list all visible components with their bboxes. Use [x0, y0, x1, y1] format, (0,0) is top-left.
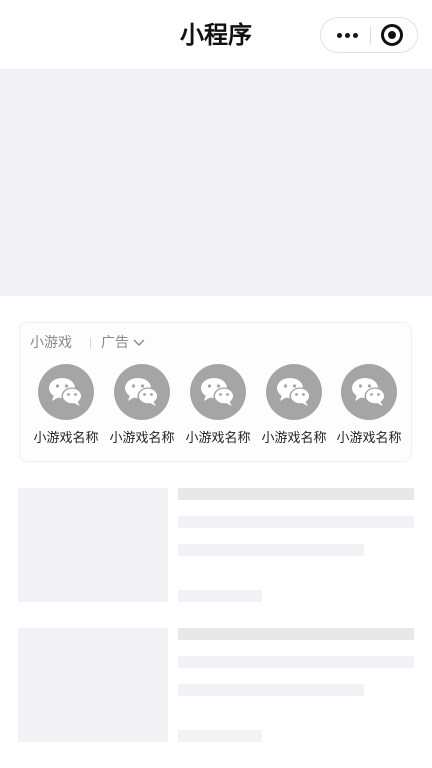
game-item[interactable]: 小游戏名称 — [104, 364, 180, 454]
wechat-icon — [38, 364, 94, 420]
game-item[interactable]: 小游戏名称 — [331, 364, 407, 454]
skeleton-meta-line — [178, 730, 262, 742]
wechat-icon — [341, 364, 397, 420]
wechat-icon — [266, 364, 322, 420]
game-name: 小游戏名称 — [336, 431, 402, 446]
more-dots-icon[interactable] — [327, 18, 371, 52]
skeleton-title-line — [178, 488, 414, 500]
game-name: 小游戏名称 — [109, 431, 175, 446]
target-close-icon[interactable] — [381, 24, 403, 46]
wechat-icon — [114, 364, 170, 420]
ad-label[interactable]: 广告 — [101, 333, 129, 353]
game-name: 小游戏名称 — [185, 431, 251, 446]
game-name: 小游戏名称 — [33, 431, 99, 446]
skeleton-text-line — [178, 516, 414, 528]
skeleton-title-line — [178, 628, 414, 640]
game-item[interactable]: 小游戏名称 — [28, 364, 104, 454]
game-item[interactable]: 小游戏名称 — [256, 364, 332, 454]
skeleton-text-line — [178, 544, 364, 556]
wechat-icon — [190, 364, 246, 420]
chevron-down-icon[interactable] — [133, 338, 145, 348]
capsule-menu — [320, 17, 418, 53]
banner-placeholder — [0, 70, 432, 296]
nav-bar: 小程序 — [0, 0, 432, 70]
section-title: 小游戏 — [30, 335, 72, 351]
header-divider — [90, 338, 91, 349]
skeleton-text-line — [178, 684, 364, 696]
capsule-divider — [370, 26, 371, 44]
game-item[interactable]: 小游戏名称 — [180, 364, 256, 454]
skeleton-text-line — [178, 656, 414, 668]
skeleton-thumbnail — [18, 488, 168, 602]
skeleton-meta-line — [178, 590, 262, 602]
game-name: 小游戏名称 — [261, 431, 327, 446]
skeleton-thumbnail — [18, 628, 168, 742]
mini-game-card: 小游戏 广告 小游戏名称 小游戏名称 小游戏名称 小游戏名称 小游戏名称 — [19, 322, 412, 462]
